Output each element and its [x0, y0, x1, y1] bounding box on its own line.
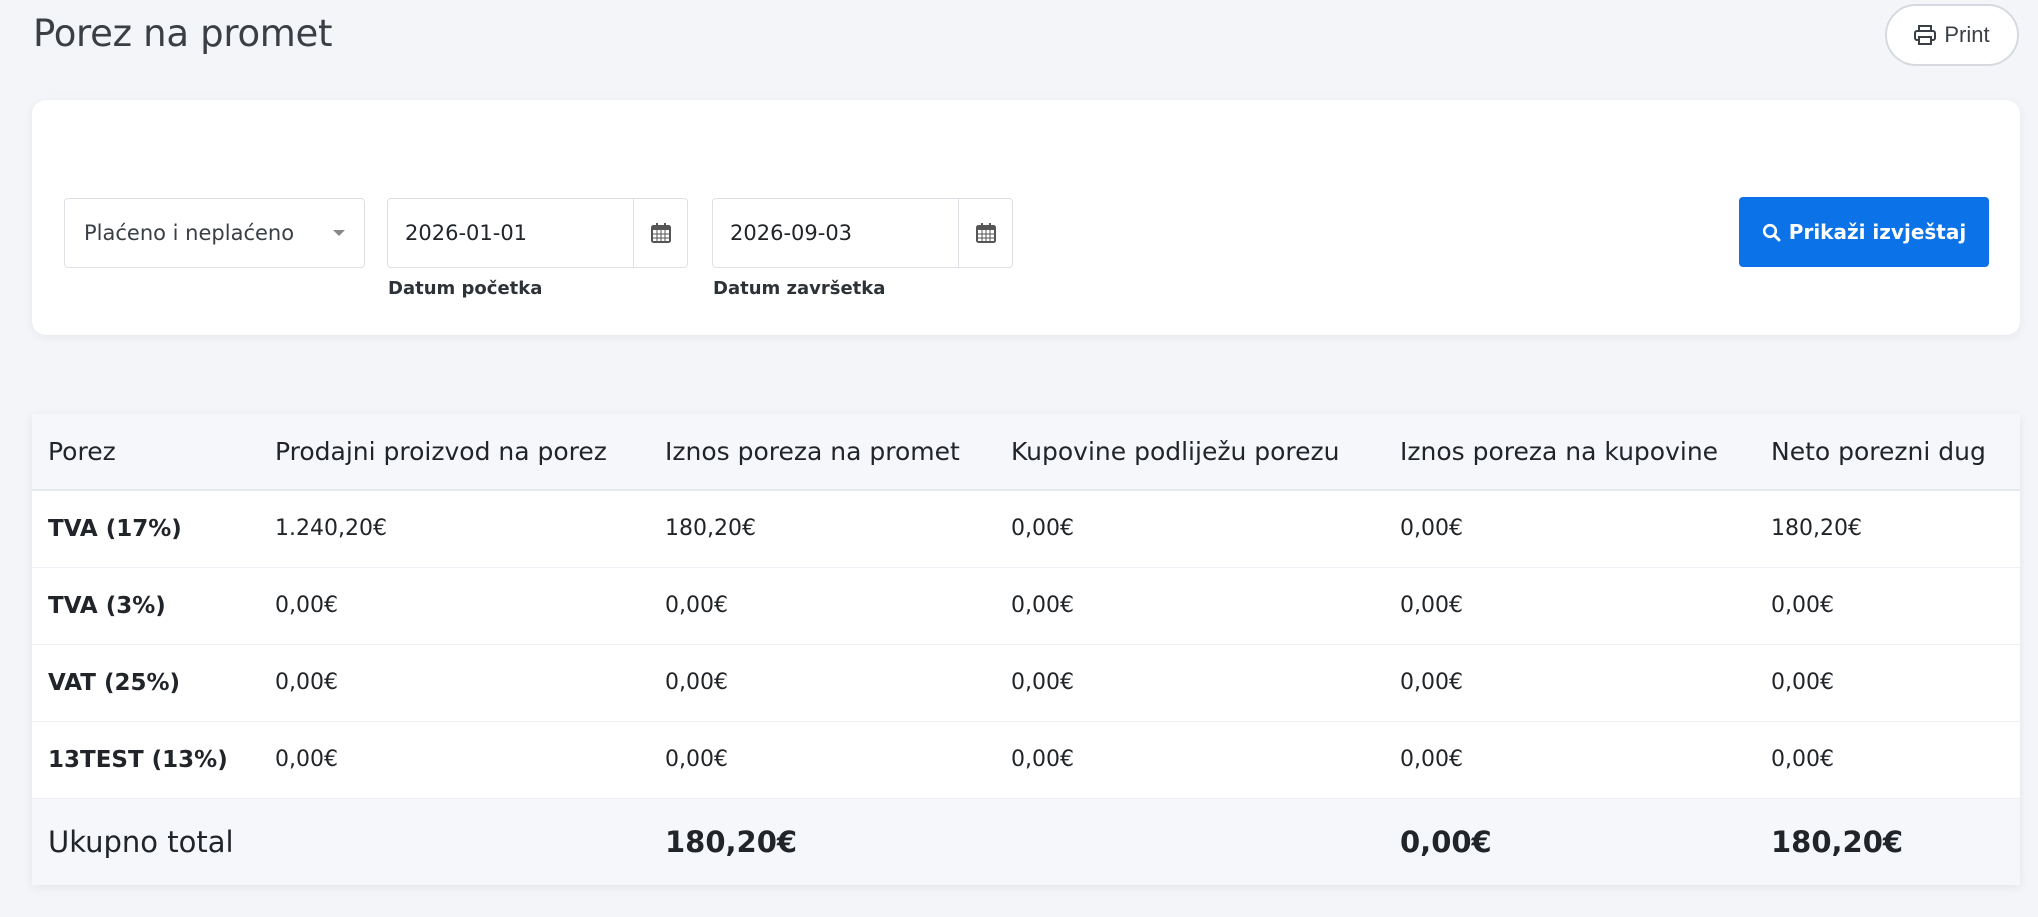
calendar-icon: [975, 223, 996, 243]
taxable-sales-cell: 1.240,20€: [275, 516, 387, 542]
sales-tax-amount-cell: 0,00€: [665, 747, 728, 772]
tax-name-cell: 13TEST (13%): [48, 746, 228, 773]
total-purchase-tax: 0,00€: [1400, 824, 1492, 859]
total-sales-tax: 180,20€: [665, 824, 798, 859]
taxable-purchases-cell: 0,00€: [1011, 670, 1074, 695]
net-tax-due-cell: 0,00€: [1771, 593, 1834, 618]
sales-tax-amount-cell: 180,20€: [665, 516, 756, 542]
table-row: TVA (17%) 1.240,20€ 180,20€ 0,00€ 0,00€ …: [32, 490, 2020, 567]
net-tax-due-cell: 0,00€: [1771, 747, 1834, 772]
total-empty-cell: [995, 798, 1384, 885]
end-date-picker-button[interactable]: [958, 198, 1013, 268]
taxable-sales-cell: 0,00€: [275, 747, 338, 772]
taxable-purchases-cell: 0,00€: [1011, 747, 1074, 772]
show-report-label: Prikaži izvještaj: [1788, 220, 1967, 244]
calendar-icon: [650, 223, 671, 243]
taxable-purchases-cell: 0,00€: [1011, 593, 1074, 618]
table-row: VAT (25%) 0,00€ 0,00€ 0,00€ 0,00€ 0,00€: [32, 644, 2020, 721]
total-net-tax-due: 180,20€: [1771, 824, 1904, 859]
column-header-tax: Porez: [32, 414, 259, 491]
tax-report-table-card: Porez Prodajni proizvod na porez Iznos p…: [32, 414, 2020, 885]
sales-tax-amount-cell: 0,00€: [665, 593, 728, 618]
net-tax-due-cell: 0,00€: [1771, 670, 1834, 695]
print-button[interactable]: Print: [1885, 4, 2019, 66]
purchase-tax-amount-cell: 0,00€: [1400, 516, 1463, 542]
end-date-label: Datum završetka: [713, 278, 886, 299]
show-report-button[interactable]: Prikaži izvještaj: [1739, 197, 1989, 267]
print-button-label: Print: [1944, 22, 1990, 47]
end-date-group: Datum završetka: [712, 198, 1013, 299]
start-date-picker-button[interactable]: [633, 198, 688, 268]
tax-name-cell: VAT (25%): [48, 669, 181, 696]
purchase-tax-amount-cell: 0,00€: [1400, 747, 1463, 772]
page-title: Porez na promet: [33, 12, 333, 55]
table-row: TVA (3%) 0,00€ 0,00€ 0,00€ 0,00€ 0,00€: [32, 567, 2020, 644]
taxable-sales-cell: 0,00€: [275, 670, 338, 695]
start-date-group: Datum početka: [387, 198, 688, 299]
column-header-net-tax-due: Neto porezni dug: [1755, 414, 2020, 491]
table-header-row: Porez Prodajni proizvod na porez Iznos p…: [32, 414, 2020, 491]
sales-tax-amount-cell: 0,00€: [665, 670, 728, 695]
column-header-purchase-tax-amount: Iznos poreza na kupovine: [1384, 414, 1755, 491]
total-label: Ukupno total: [48, 824, 234, 859]
start-date-label: Datum početka: [388, 278, 543, 299]
purchase-tax-amount-cell: 0,00€: [1400, 670, 1463, 695]
filter-card: Plaćeno i neplaćeno Datum početka: [32, 100, 2020, 335]
table-total-row: Ukupno total 180,20€ 0,00€ 180,20€: [32, 798, 2020, 885]
column-header-taxable-sales: Prodajni proizvod na porez: [259, 414, 649, 491]
column-header-sales-tax-amount: Iznos poreza na promet: [649, 414, 995, 491]
start-date-input[interactable]: [387, 198, 634, 268]
taxable-sales-cell: 0,00€: [275, 593, 338, 618]
payment-status-value: Plaćeno i neplaćeno: [84, 221, 295, 245]
tax-report-table: Porez Prodajni proizvod na porez Iznos p…: [32, 414, 2020, 885]
table-row: 13TEST (13%) 0,00€ 0,00€ 0,00€ 0,00€ 0,0…: [32, 721, 2020, 798]
payment-status-select[interactable]: Plaćeno i neplaćeno: [64, 198, 365, 268]
tax-name-cell: TVA (3%): [48, 592, 166, 619]
purchase-tax-amount-cell: 0,00€: [1400, 593, 1463, 618]
net-tax-due-cell: 180,20€: [1771, 516, 1862, 542]
column-header-taxable-purchases: Kupovine podliježu porezu: [995, 414, 1384, 491]
taxable-purchases-cell: 0,00€: [1011, 516, 1074, 542]
search-icon: [1762, 223, 1781, 241]
chevron-down-icon: [333, 230, 345, 236]
printer-icon: [1914, 25, 1937, 45]
tax-name-cell: TVA (17%): [48, 515, 182, 542]
end-date-input[interactable]: [712, 198, 959, 268]
